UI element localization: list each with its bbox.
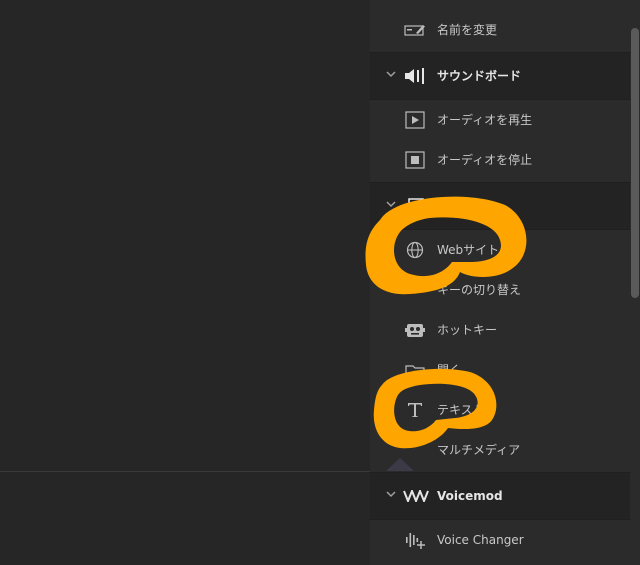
action-label: 名前を変更 (437, 23, 498, 37)
action-label: テキスト (437, 403, 485, 417)
action-label: ホットキー (437, 323, 498, 337)
action-website[interactable]: Webサイト (370, 230, 632, 270)
multimedia-icon (404, 440, 426, 460)
scrollbar-thumb[interactable] (631, 28, 639, 298)
system-icon (403, 196, 429, 216)
speaker-icon (403, 66, 429, 86)
chevron-down-icon (384, 488, 398, 502)
group-soundboard[interactable]: サウンドボード (370, 52, 632, 100)
action-label: Voice Changer (437, 533, 524, 547)
action-label: オーディオを停止 (437, 153, 533, 167)
play-icon (404, 110, 426, 130)
text-icon (404, 400, 426, 420)
action-label: オーディオを再生 (437, 113, 533, 127)
chevron-down-icon (384, 198, 398, 212)
canvas-area[interactable] (0, 0, 370, 565)
action-label: マルチメディア (437, 443, 521, 457)
group-title: サウンドボード (437, 69, 522, 83)
group-system[interactable] (370, 182, 632, 230)
action-voice-changer[interactable]: Voice Changer (370, 520, 632, 560)
app-window: 名前を変更 サウンドボード オーディオを再生 オーディオを停止 Webサイト キ… (0, 0, 640, 565)
action-hotkey[interactable]: ホットキー (370, 310, 632, 350)
group-voicemod[interactable]: Voicemod (370, 472, 632, 520)
stop-icon (404, 150, 426, 170)
action-rename[interactable]: 名前を変更 (370, 10, 632, 50)
action-play-audio[interactable]: オーディオを再生 (370, 100, 632, 140)
globe-icon (404, 240, 426, 260)
actions-panel: 名前を変更 サウンドボード オーディオを再生 オーディオを停止 Webサイト キ… (370, 0, 640, 565)
action-open[interactable]: 開く (370, 350, 632, 390)
rename-icon (404, 20, 426, 40)
chevron-down-icon (384, 68, 398, 82)
open-icon (404, 360, 426, 380)
action-text[interactable]: テキスト (370, 390, 632, 430)
action-stop-audio[interactable]: オーディオを停止 (370, 140, 632, 180)
canvas-divider (0, 471, 370, 472)
key-toggle-icon (404, 280, 426, 300)
action-label: Webサイト (437, 243, 500, 257)
action-label: 開く (437, 363, 462, 377)
tooltip-arrow (386, 458, 414, 471)
group-title: Voicemod (437, 489, 503, 503)
action-toggle-key[interactable]: キーの切り替え (370, 270, 632, 310)
robot-icon (404, 320, 426, 340)
voicemod-logo-icon (403, 486, 429, 506)
voice-changer-icon (404, 530, 426, 550)
action-label: キーの切り替え (437, 283, 522, 297)
